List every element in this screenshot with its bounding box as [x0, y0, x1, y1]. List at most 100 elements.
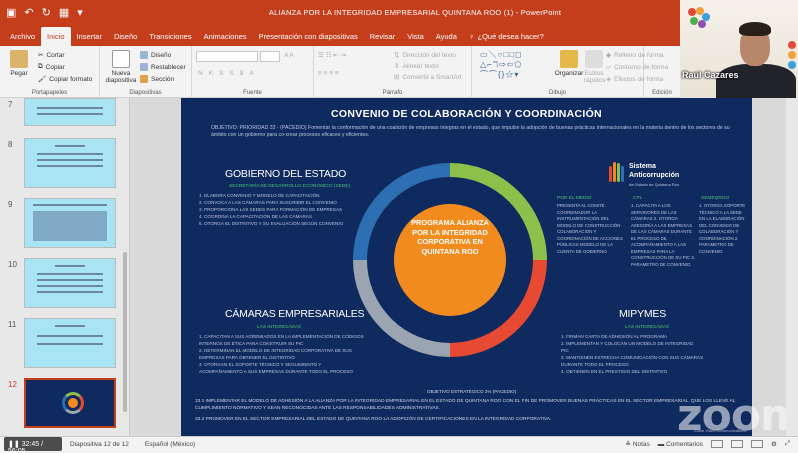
program-ring-diagram	[353, 163, 547, 357]
bold-button[interactable]: N	[198, 70, 206, 77]
ribbon-tabs: Archivo Inicio Insertar Diseño Transicio…	[0, 26, 680, 46]
font-color-icon[interactable]: A	[249, 70, 256, 77]
org-logo-icon	[688, 7, 710, 28]
mipymes-heading: MIPYMES	[619, 308, 667, 320]
quick-styles-icon	[585, 50, 603, 68]
col-body-2: 1. CAPACITA A LOS SERVIDORES DE LAS CÁMA…	[631, 203, 695, 267]
col-head-2: CPL	[633, 196, 643, 201]
status-bar: Diapositiva 12 de 12 Español (México) ≙ …	[0, 436, 798, 453]
copy-icon: ⧉	[38, 63, 43, 70]
text-direction-button[interactable]: ⇅ Dirección del texto	[394, 51, 456, 60]
edit-area: 7 8 9 10 11 12 CONVENIO DE COLABORACIÓN …	[0, 98, 798, 441]
bullets-buttons[interactable]: ☰ ☷ ⇤ ⇥	[318, 51, 346, 59]
italic-button[interactable]: K	[209, 70, 216, 77]
section-button[interactable]: Sección	[140, 75, 174, 83]
undo-icon[interactable]: ↶	[24, 6, 33, 19]
chambers-item: 2. DETERMINAN EL MODELO DE INTEGRIDAD CO…	[199, 348, 352, 353]
tab-diseno[interactable]: Diseño	[108, 32, 143, 46]
layout-button[interactable]: Diseño	[140, 51, 171, 59]
slide-thumbnail[interactable]	[24, 198, 116, 248]
font-name-combo[interactable]	[196, 51, 258, 62]
chambers-item: EMPRESAS PARA OBTENER EL DISTINTIVO	[199, 355, 295, 360]
slide-objective: OBJETIVO: PRIORIDAD 33 - (PACEDIO) Fomen…	[211, 125, 730, 138]
start-slideshow-icon[interactable]: ▦	[59, 6, 69, 19]
underline-button[interactable]: S	[219, 70, 226, 77]
shapes-gallery[interactable]: ▭＼○□□◻ △⌐ℸ⇨⇦⬠ ⌒⌒{}☆▾	[480, 50, 550, 82]
reading-view-icon[interactable]	[750, 440, 763, 448]
reset-button[interactable]: Restablecer	[140, 63, 186, 71]
slide-title: CONVENIO DE COLABORACIÓN Y COORDINACIÓN	[331, 108, 602, 120]
arrange-icon	[560, 50, 578, 68]
tab-insertar[interactable]: Insertar	[71, 32, 108, 46]
comments-label: Comentarios	[666, 440, 703, 448]
tab-ayuda[interactable]: Ayuda	[430, 32, 463, 46]
chambers-list: 1. CAPACITAN A SUS AGREMIADOS EN LA IMPL…	[199, 333, 364, 375]
strikethrough-button[interactable]: S	[229, 70, 236, 77]
font-size-arrows[interactable]: A A	[284, 52, 294, 59]
notes-button[interactable]: ≙ Notas	[626, 440, 650, 448]
qat-customize-icon[interactable]: ▾	[77, 6, 83, 19]
reset-icon	[140, 63, 148, 71]
drawing-group: ▭＼○□□◻ △⌐ℸ⇨⇦⬠ ⌒⌒{}☆▾ Organizar Estilos ráp…	[472, 46, 668, 98]
slide-canvas[interactable]: CONVENIO DE COLABORACIÓN Y COORDINACIÓN …	[181, 98, 752, 436]
quick-styles-button[interactable]: Estilos rápidos	[584, 50, 606, 84]
slide-scrollbar[interactable]	[786, 98, 798, 436]
fill-icon: ◆	[606, 52, 611, 59]
video-playback-overlay[interactable]: ❚❚ 32:45 / 56:05	[4, 437, 62, 453]
paragraph-label: Párrafo	[382, 90, 403, 96]
slide-thumbnail[interactable]	[24, 138, 116, 188]
slides-group: Nueva diapositiva Diseño Restablecer Sec…	[100, 46, 192, 98]
thumbnails-scrollbar[interactable]	[122, 102, 128, 432]
tab-animaciones[interactable]: Animaciones	[198, 32, 253, 46]
tab-revisar[interactable]: Revisar	[364, 32, 401, 46]
paste-button[interactable]: Pegar	[4, 50, 34, 77]
tab-transiciones[interactable]: Transiciones	[143, 32, 197, 46]
layout-icon	[140, 51, 148, 59]
align-text-button[interactable]: ⇕ Alinear texto	[394, 62, 439, 71]
fullscreen-icon[interactable]: ⤢	[785, 440, 790, 448]
program-center-text: PROGRAMA ALIANZA POR LA INTEGRIDAD CORPO…	[411, 218, 489, 256]
copy-button[interactable]: ⧉ Copiar	[38, 63, 65, 71]
comments-button[interactable]: ▬ Comentarios	[658, 441, 703, 448]
mipymes-item: DURANTE TODO EL PROCESO	[561, 362, 629, 367]
quick-access-toolbar: ▣ ↶ ↻ ▦ ▾	[6, 6, 83, 19]
tell-me-box[interactable]: ♀ ¿Qué desea hacer?	[463, 32, 550, 46]
format-painter-button[interactable]: 🖌 Copiar formato	[38, 75, 92, 84]
cut-button[interactable]: ✂ Cortar	[38, 51, 65, 60]
footer-line-2: 33.2 PROMOVER EN EL SECTOR EMPRESARIAL D…	[195, 417, 552, 422]
align-buttons[interactable]: ≡ ≡ ≡ ≡	[318, 70, 339, 77]
slide-sorter-icon[interactable]	[730, 440, 743, 448]
language-indicator[interactable]: Español (México)	[145, 441, 195, 448]
webcam-video: Raúl Cazares	[680, 0, 798, 98]
chambers-item: ACOMPAÑAMIENTO A SUS EMPRESAS DURANTE TO…	[199, 369, 353, 374]
font-size-combo[interactable]	[260, 51, 280, 62]
normal-view-icon[interactable]	[710, 440, 723, 448]
effects-icon: ◈	[606, 76, 611, 83]
mipymes-item: PIC	[561, 348, 569, 353]
slide-thumbnail-selected[interactable]	[24, 378, 116, 428]
save-icon[interactable]: ▣	[6, 6, 16, 19]
redo-icon[interactable]: ↻	[42, 6, 51, 19]
mipymes-item: 2. IMPLEMENTAN Y COLOCAN UN MODELO DE IN…	[561, 341, 694, 346]
quick-styles-label: Estilos rápidos	[584, 70, 606, 84]
col-body-3: 1. OTORGA SOPORTE TÉCNICO A LA SEDE EN L…	[699, 203, 746, 254]
slide-thumbnail[interactable]	[24, 98, 116, 126]
settings-icon[interactable]: ⚙	[771, 440, 777, 448]
pause-icon[interactable]: ❚❚	[8, 441, 20, 448]
slide-thumbnail[interactable]	[24, 258, 116, 308]
spacing-icon[interactable]: $	[240, 70, 247, 77]
editing-label: Edición	[652, 90, 672, 96]
scissors-icon: ✂	[38, 52, 44, 59]
new-slide-icon	[112, 50, 130, 68]
cut-label: Cortar	[46, 51, 65, 59]
slides-label: Diapositivas	[129, 90, 162, 96]
tab-archivo[interactable]: Archivo	[4, 32, 41, 46]
tab-presentacion[interactable]: Presentación con diapositivas	[253, 32, 364, 46]
tab-vista[interactable]: Vista	[401, 32, 430, 46]
col-body-1: PRESENTA AL COMITÉ COORDINADOR LA INSTRU…	[557, 203, 623, 254]
slide-thumbnail[interactable]	[24, 318, 116, 368]
new-slide-button[interactable]: Nueva diapositiva	[104, 50, 138, 84]
tab-inicio[interactable]: Inicio	[41, 27, 71, 46]
arrange-button[interactable]: Organizar	[554, 50, 584, 77]
smartart-button[interactable]: ⊞ Convertir a SmartArt	[394, 73, 462, 82]
